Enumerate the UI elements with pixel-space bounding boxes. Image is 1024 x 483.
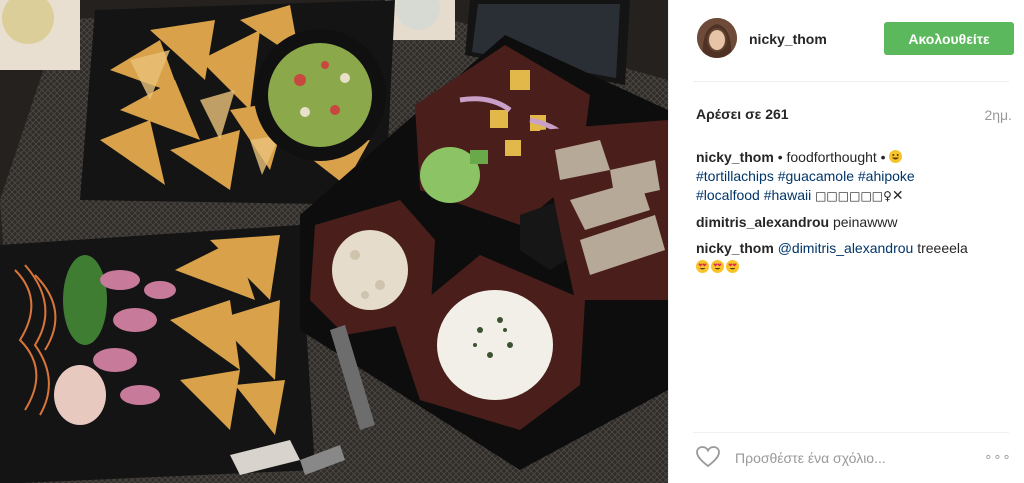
time-ago[interactable]: 2ημ. <box>984 107 1012 123</box>
comments-list: nicky_thom • foodforthought • #tortillac… <box>696 148 1012 284</box>
heart-eyes-emoji-icon <box>696 260 709 273</box>
caption: nicky_thom • foodforthought • #tortillac… <box>696 148 1012 206</box>
grin-emoji-icon <box>889 150 903 163</box>
hashtag-localfood[interactable]: #localfood <box>696 187 760 203</box>
comment-username[interactable]: nicky_thom <box>696 240 774 256</box>
hashtag-tortillachips[interactable]: #tortillachips <box>696 168 774 184</box>
comment-item: nicky_thom @dimitris_alexandrou treeeela <box>696 239 1012 277</box>
post-header: nicky_thom Ακολουθείτε <box>693 18 1015 62</box>
comment-input[interactable] <box>733 444 967 472</box>
caption-username[interactable]: nicky_thom <box>696 149 774 165</box>
heart-eyes-emoji-icon <box>726 260 739 273</box>
caption-glyphs: □□□□□□♀ <box>815 189 892 203</box>
heart-icon[interactable] <box>695 445 721 474</box>
more-options-icon[interactable]: ∘∘∘ <box>983 450 1013 465</box>
comment-mention[interactable]: @dimitris_alexandrou <box>778 240 914 256</box>
post-sidebar: nicky_thom Ακολουθείτε Αρέσει σε 261 2ημ… <box>668 0 1024 483</box>
divider <box>693 81 1009 82</box>
likes-count[interactable]: Αρέσει σε 261 <box>696 106 789 122</box>
comment-text: peinawww <box>832 214 898 230</box>
hashtag-ahipoke[interactable]: #ahipoke <box>858 168 915 184</box>
comment-item: dimitris_alexandrou peinawww <box>696 213 1012 232</box>
heart-eyes-emoji-icon <box>711 260 724 273</box>
comment-username[interactable]: dimitris_alexandrou <box>696 214 829 230</box>
post-photo[interactable] <box>0 0 668 483</box>
x-mark-icon: ✕ <box>891 188 904 204</box>
food-photo-image <box>0 0 668 483</box>
divider <box>693 432 1009 433</box>
hashtag-guacamole[interactable]: #guacamole <box>778 168 854 184</box>
follow-button[interactable]: Ακολουθείτε <box>884 22 1014 55</box>
comment-text: treeeela <box>917 240 968 256</box>
avatar-image <box>697 18 737 58</box>
avatar[interactable] <box>697 18 737 58</box>
add-comment-bar: ∘∘∘ <box>693 442 1015 472</box>
hashtag-hawaii[interactable]: #hawaii <box>764 187 811 203</box>
caption-text: • foodforthought • <box>777 149 886 165</box>
username[interactable]: nicky_thom <box>749 31 827 47</box>
